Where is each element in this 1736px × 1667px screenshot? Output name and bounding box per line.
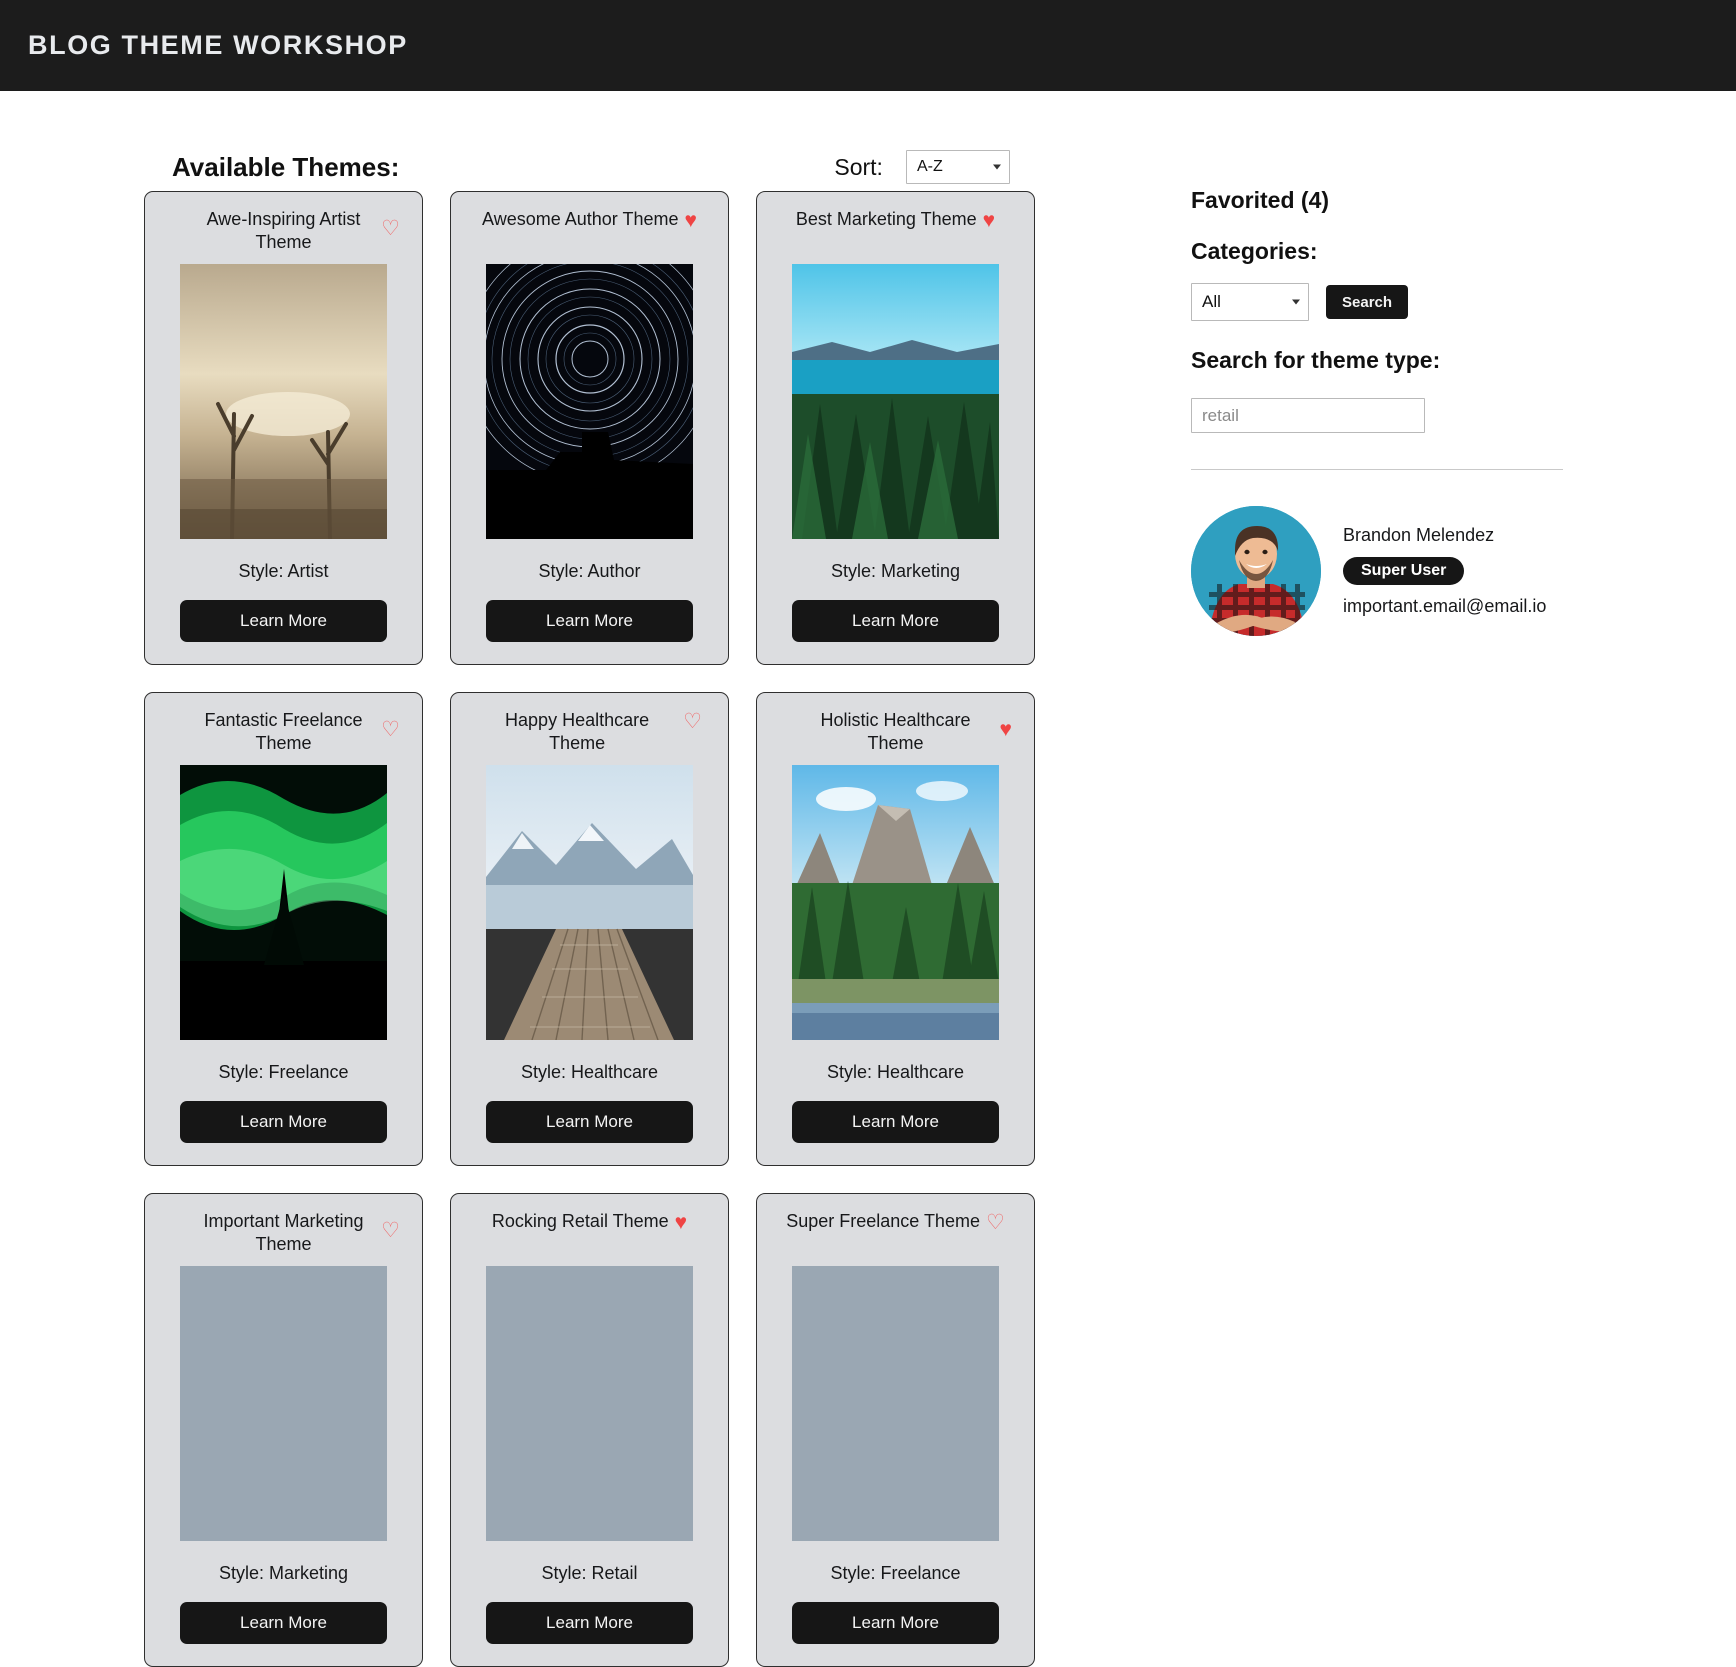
theme-card-header: Fantastic Freelance Theme ♡ xyxy=(145,709,422,757)
theme-style-label: Style: Freelance xyxy=(830,1563,961,1583)
theme-card-title: Important Marketing Theme xyxy=(203,1211,364,1254)
theme-style-label: Style: Marketing xyxy=(830,561,961,581)
theme-style-label: Style: Retail xyxy=(541,1563,638,1583)
sort-control: Sort: A-Z xyxy=(834,150,1010,184)
theme-thumbnail xyxy=(486,1266,693,1541)
learn-more-button[interactable]: Learn More xyxy=(486,1101,693,1143)
theme-card: Rocking Retail Theme ♥ Style: Retail Lea… xyxy=(450,1193,729,1667)
theme-card: Holistic Healthcare Theme ♥ Style: Healt… xyxy=(756,692,1035,1166)
learn-more-button[interactable]: Learn More xyxy=(180,1602,387,1644)
profile-details: Brandon Melendez Super User important.em… xyxy=(1343,525,1546,617)
avatar-photo xyxy=(1191,506,1321,636)
theme-style-label: Style: Healthcare xyxy=(826,1062,965,1082)
theme-card: Fantastic Freelance Theme ♡ Style: Freel… xyxy=(144,692,423,1166)
categories-label: Categories: xyxy=(1191,238,1318,264)
theme-thumbnail xyxy=(486,264,693,539)
heart-filled-icon[interactable]: ♥ xyxy=(1000,719,1012,740)
theme-card: Awe-Inspiring Artist Theme ♡ Style: Arti… xyxy=(144,191,423,665)
favorited-count: Favorited (4) xyxy=(1191,187,1330,213)
theme-card-header: Awesome Author Theme ♥ xyxy=(451,208,728,256)
theme-thumbnail xyxy=(180,264,387,539)
theme-card-header: Happy Healthcare Theme ♡ xyxy=(451,709,728,757)
heart-outline-icon[interactable]: ♡ xyxy=(683,711,702,732)
theme-card-title: Rocking Retail Theme xyxy=(491,1211,669,1231)
theme-card: Best Marketing Theme ♥ Style: Marketing … xyxy=(756,191,1035,665)
theme-card-grid: Awe-Inspiring Artist Theme ♡ Style: Arti… xyxy=(0,191,1175,1667)
theme-card-title: Happy Healthcare Theme xyxy=(505,710,650,753)
themes-column: Available Themes: Sort: A-Z Awe-Inspirin… xyxy=(0,91,1175,1667)
search-button[interactable]: Search xyxy=(1326,285,1409,319)
theme-thumbnail xyxy=(486,765,693,1040)
theme-style-label: Style: Artist xyxy=(238,561,329,581)
theme-card-header: Rocking Retail Theme ♥ xyxy=(451,1210,728,1258)
themes-toolbar: Available Themes: Sort: A-Z xyxy=(0,91,1175,191)
theme-type-input[interactable] xyxy=(1191,398,1425,433)
theme-thumbnail xyxy=(180,1266,387,1541)
theme-card-title: Awesome Author Theme xyxy=(482,209,679,229)
theme-thumbnail xyxy=(792,264,999,539)
chevron-down-icon xyxy=(1292,299,1300,305)
theme-style-label: Style: Freelance xyxy=(218,1062,349,1082)
learn-more-button[interactable]: Learn More xyxy=(792,600,999,642)
heart-filled-icon[interactable]: ♥ xyxy=(684,210,696,231)
user-profile: Brandon Melendez Super User important.em… xyxy=(1191,506,1595,636)
theme-thumbnail xyxy=(792,765,999,1040)
theme-style-label: Style: Author xyxy=(538,561,641,581)
theme-card-title: Fantastic Freelance Theme xyxy=(204,710,363,753)
learn-more-button[interactable]: Learn More xyxy=(486,1602,693,1644)
category-select[interactable]: All xyxy=(1191,283,1309,321)
status-badge: Super User xyxy=(1343,557,1465,585)
theme-card-title: Holistic Healthcare Theme xyxy=(820,710,971,753)
theme-card-title: Super Freelance Theme xyxy=(786,1211,980,1231)
theme-card-header: Best Marketing Theme ♥ xyxy=(757,208,1034,256)
sort-select-value: A-Z xyxy=(916,158,943,175)
heart-filled-icon[interactable]: ♥ xyxy=(983,210,995,231)
category-select-value: All xyxy=(1202,292,1221,311)
sidebar-divider xyxy=(1191,469,1563,470)
theme-type-label: Search for theme type: xyxy=(1191,347,1441,373)
theme-style-label: Style: Healthcare xyxy=(520,1062,659,1082)
chevron-down-icon xyxy=(992,164,1001,170)
heart-outline-icon[interactable]: ♡ xyxy=(986,1212,1005,1233)
sort-select[interactable]: A-Z xyxy=(905,150,1010,184)
theme-card-title: Awe-Inspiring Artist Theme xyxy=(206,209,361,252)
theme-card-header: Awe-Inspiring Artist Theme ♡ xyxy=(145,208,422,256)
learn-more-button[interactable]: Learn More xyxy=(180,600,387,642)
theme-thumbnail xyxy=(792,1266,999,1541)
page-body: Available Themes: Sort: A-Z Awe-Inspirin… xyxy=(0,91,1736,1667)
sidebar: Favorited (4) Categories: All Search Sea… xyxy=(1175,91,1736,1667)
learn-more-button[interactable]: Learn More xyxy=(792,1101,999,1143)
heart-outline-icon[interactable]: ♡ xyxy=(381,719,400,740)
sort-label: Sort: xyxy=(834,153,883,180)
profile-name: Brandon Melendez xyxy=(1343,525,1495,545)
app-title: Blog Theme Workshop xyxy=(28,30,408,60)
theme-card-header: Super Freelance Theme ♡ xyxy=(757,1210,1034,1258)
theme-thumbnail xyxy=(180,765,387,1040)
theme-card-header: Holistic Healthcare Theme ♥ xyxy=(757,709,1034,757)
theme-card: Important Marketing Theme ♡ Style: Marke… xyxy=(144,1193,423,1667)
theme-card: Awesome Author Theme ♥ Style: Author Lea… xyxy=(450,191,729,665)
theme-card-title: Best Marketing Theme xyxy=(795,209,977,229)
page-title: Available Themes: xyxy=(172,151,400,182)
heart-outline-icon[interactable]: ♡ xyxy=(381,1220,400,1241)
theme-card: Happy Healthcare Theme ♡ Style: Healthca… xyxy=(450,692,729,1166)
learn-more-button[interactable]: Learn More xyxy=(486,600,693,642)
learn-more-button[interactable]: Learn More xyxy=(792,1602,999,1644)
category-filter-row: All Search xyxy=(1191,283,1595,321)
app-header: Blog Theme Workshop xyxy=(0,0,1736,91)
heart-filled-icon[interactable]: ♥ xyxy=(675,1212,687,1233)
theme-style-label: Style: Marketing xyxy=(218,1563,349,1583)
avatar xyxy=(1191,506,1321,636)
heart-outline-icon[interactable]: ♡ xyxy=(381,218,400,239)
theme-card-header: Important Marketing Theme ♡ xyxy=(145,1210,422,1258)
theme-card: Super Freelance Theme ♡ Style: Freelance… xyxy=(756,1193,1035,1667)
profile-email: important.email@email.io xyxy=(1343,596,1547,616)
learn-more-button[interactable]: Learn More xyxy=(180,1101,387,1143)
